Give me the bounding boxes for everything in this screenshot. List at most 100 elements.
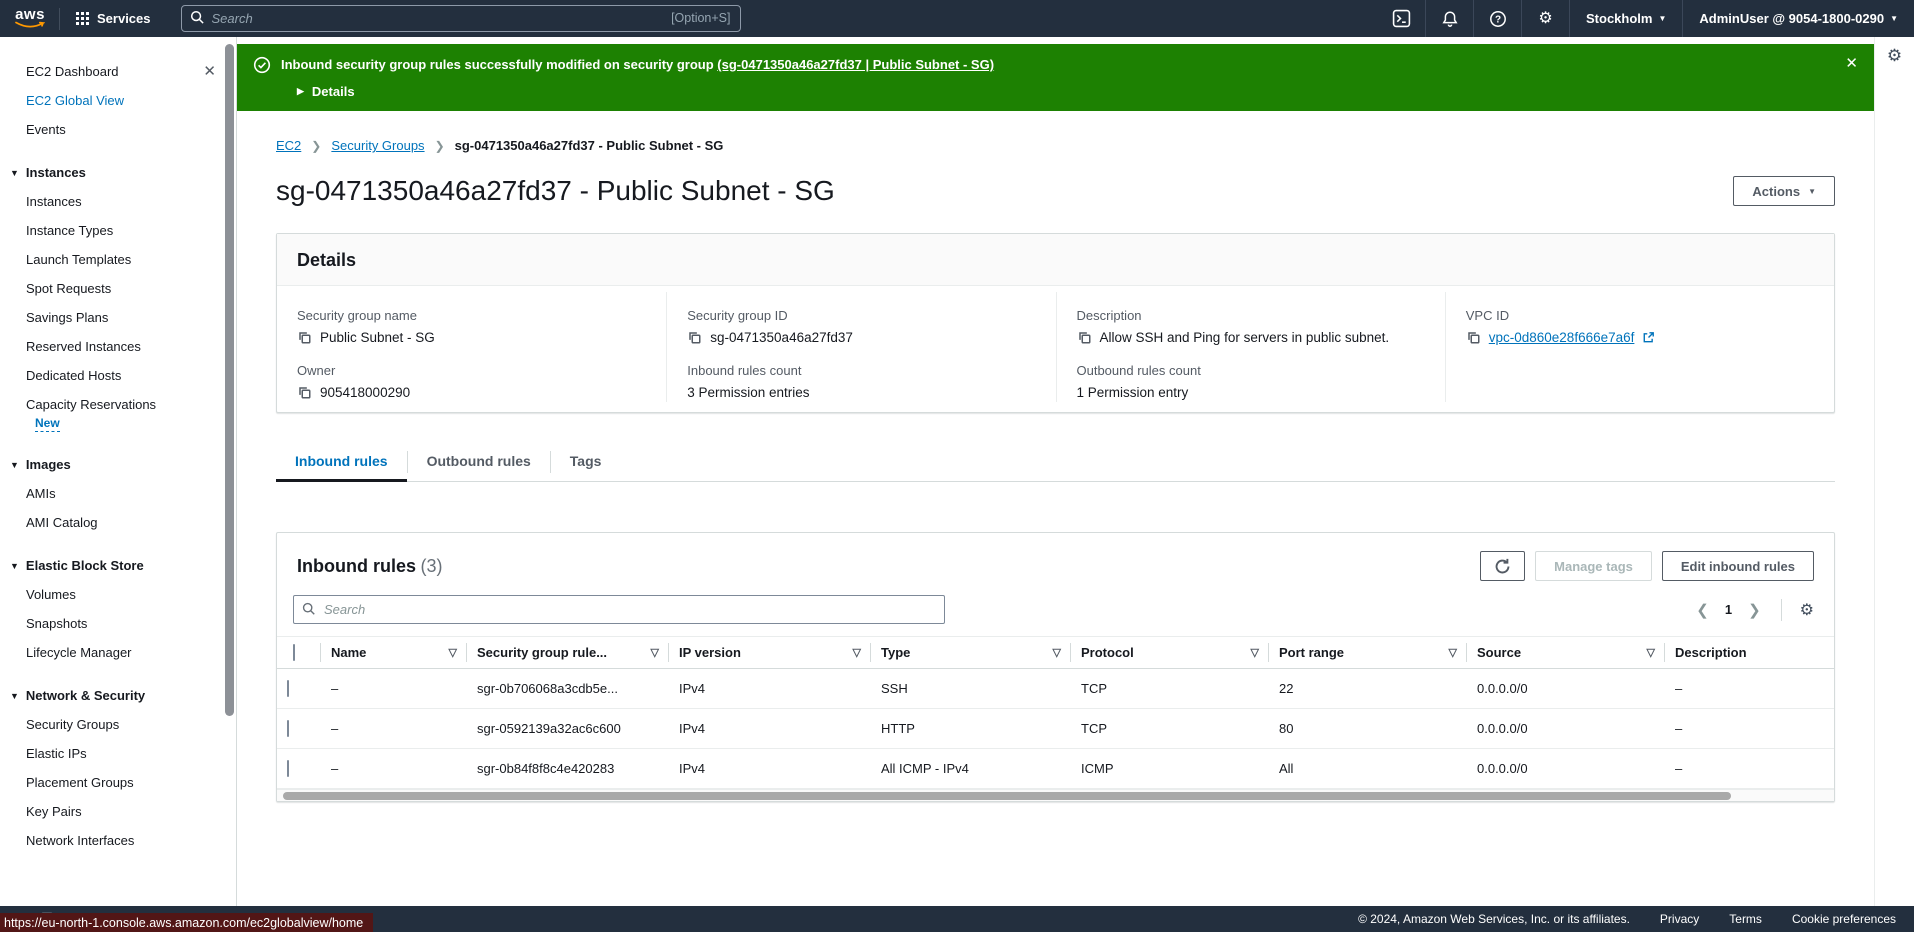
notifications-button[interactable] bbox=[1425, 0, 1473, 37]
search-icon bbox=[302, 602, 315, 615]
cloudshell-button[interactable] bbox=[1377, 0, 1425, 37]
chevron-down-icon: ▼ bbox=[1890, 14, 1898, 23]
column-header-type: Type ▽ bbox=[871, 636, 1071, 669]
sidebar-item-amis[interactable]: AMIs bbox=[0, 479, 236, 508]
sidebar-item-launch-templates[interactable]: Launch Templates bbox=[0, 245, 236, 274]
chevron-down-icon: ▼ bbox=[10, 691, 19, 701]
sidebar-item-savings-plans[interactable]: Savings Plans bbox=[0, 303, 236, 332]
filter-icon[interactable]: ▽ bbox=[1251, 646, 1259, 659]
cell-name: – bbox=[321, 668, 467, 709]
footer-privacy-link[interactable]: Privacy bbox=[1660, 912, 1699, 926]
filter-icon[interactable]: ▽ bbox=[853, 646, 861, 659]
sidebar-item-instance-types[interactable]: Instance Types bbox=[0, 216, 236, 245]
table-row[interactable]: – sgr-0592139a32ac6c600 IPv4 HTTP TCP 80… bbox=[277, 708, 1834, 749]
filter-icon[interactable]: ▽ bbox=[1449, 646, 1457, 659]
chevron-down-icon: ▼ bbox=[10, 561, 19, 571]
sidebar-item-placement-groups[interactable]: Placement Groups bbox=[0, 768, 236, 797]
sidebar-item-volumes[interactable]: Volumes bbox=[0, 580, 236, 609]
tab-tags[interactable]: Tags bbox=[551, 443, 621, 481]
sidebar-item-reserved-instances[interactable]: Reserved Instances bbox=[0, 332, 236, 361]
row-checkbox[interactable] bbox=[287, 680, 289, 697]
search-icon bbox=[190, 10, 204, 24]
sidebar-section-elastic-block-store[interactable]: ▼ Elastic Block Store bbox=[0, 551, 236, 580]
sidebar-item-capacity-reservations[interactable]: Capacity Reservations bbox=[0, 390, 236, 414]
sidebar-item-network-interfaces[interactable]: Network Interfaces bbox=[0, 826, 236, 855]
copy-icon[interactable] bbox=[297, 330, 312, 345]
sidebar-item-elastic-ips[interactable]: Elastic IPs bbox=[0, 739, 236, 768]
sidebar-item-lifecycle-manager[interactable]: Lifecycle Manager bbox=[0, 638, 236, 667]
cloudshell-terminal-icon bbox=[1392, 9, 1410, 28]
sidebar-section-instances[interactable]: ▼ Instances bbox=[0, 158, 236, 187]
horizontal-scrollbar-thumb[interactable] bbox=[283, 792, 1731, 800]
inbound-rules-table: Name ▽ Security group rule... ▽ IP version… bbox=[277, 636, 1834, 789]
row-checkbox[interactable] bbox=[287, 760, 289, 777]
filter-icon[interactable]: ▽ bbox=[1647, 646, 1655, 659]
sidebar-section-images[interactable]: ▼ Images bbox=[0, 450, 236, 479]
region-selector[interactable]: Stockholm ▼ bbox=[1569, 0, 1682, 37]
inbound-count-value: 3 Permission entries bbox=[687, 385, 810, 400]
copy-icon[interactable] bbox=[1466, 330, 1481, 345]
rules-search-input[interactable] bbox=[293, 595, 945, 624]
gear-icon: ⚙ bbox=[1538, 9, 1553, 27]
row-checkbox[interactable] bbox=[287, 720, 289, 737]
previous-page-button[interactable]: ❮ bbox=[1694, 601, 1711, 619]
sidebar-item-events[interactable]: Events bbox=[0, 115, 236, 144]
table-preferences-gear-icon[interactable]: ⚙ bbox=[1800, 600, 1814, 620]
sidebar-item-ec2-global-view[interactable]: EC2 Global View bbox=[0, 86, 236, 115]
account-menu[interactable]: AdminUser @ 9054-1800-0290 ▼ bbox=[1682, 0, 1914, 37]
copy-icon[interactable] bbox=[297, 385, 312, 400]
close-icon[interactable]: ✕ bbox=[1845, 54, 1858, 72]
next-page-button[interactable]: ❯ bbox=[1746, 601, 1763, 619]
aws-logo[interactable]: aws bbox=[15, 7, 45, 29]
settings-button[interactable]: ⚙ bbox=[1521, 0, 1569, 37]
footer-copyright: © 2024, Amazon Web Services, Inc. or its… bbox=[1358, 912, 1630, 926]
horizontal-scrollbar[interactable] bbox=[277, 789, 1834, 801]
breadcrumb-ec2[interactable]: EC2 bbox=[276, 138, 301, 153]
copy-icon[interactable] bbox=[687, 330, 702, 345]
footer-terms-link[interactable]: Terms bbox=[1729, 912, 1762, 926]
sidebar-scrollbar[interactable] bbox=[225, 41, 234, 897]
tab-outbound-rules[interactable]: Outbound rules bbox=[408, 443, 550, 481]
refresh-button[interactable] bbox=[1480, 551, 1526, 581]
breadcrumb: EC2 ❯ Security Groups ❯ sg-0471350a46a27… bbox=[276, 138, 1835, 153]
footer-cookie-preferences-link[interactable]: Cookie preferences bbox=[1792, 912, 1896, 926]
filter-icon[interactable]: ▽ bbox=[1053, 646, 1061, 659]
sidebar-scrollbar-thumb[interactable] bbox=[225, 44, 234, 716]
tab-inbound-rules[interactable]: Inbound rules bbox=[276, 443, 407, 482]
sidebar-item-dedicated-hosts[interactable]: Dedicated Hosts bbox=[0, 361, 236, 390]
panel-settings-gear-icon[interactable]: ⚙ bbox=[1887, 46, 1902, 906]
success-flashbar: Inbound security group rules successfull… bbox=[237, 44, 1874, 111]
table-row[interactable]: – sgr-0b706068a3cdb5e... IPv4 SSH TCP 22… bbox=[277, 668, 1834, 709]
copy-icon[interactable] bbox=[1077, 330, 1092, 345]
manage-tags-button[interactable]: Manage tags bbox=[1535, 551, 1652, 581]
sidebar-item-instances[interactable]: Instances bbox=[0, 187, 236, 216]
description-value: Allow SSH and Ping for servers in public… bbox=[1099, 330, 1390, 345]
sidebar-item-security-groups[interactable]: Security Groups bbox=[0, 710, 236, 739]
new-badge[interactable]: New bbox=[35, 416, 60, 432]
services-menu-button[interactable]: Services bbox=[60, 0, 167, 37]
help-button[interactable]: ? bbox=[1473, 0, 1521, 37]
table-row[interactable]: – sgr-0b84f8f8c4e420283 IPv4 All ICMP - … bbox=[277, 748, 1834, 789]
edit-inbound-rules-button[interactable]: Edit inbound rules bbox=[1661, 551, 1814, 581]
flashbar-sg-link[interactable]: (sg-0471350a46a27fd37 | Public Subnet - … bbox=[717, 57, 994, 72]
sidebar-item-spot-requests[interactable]: Spot Requests bbox=[0, 274, 236, 303]
select-all-checkbox[interactable] bbox=[293, 644, 295, 661]
sidebar-item-ami-catalog[interactable]: AMI Catalog bbox=[0, 508, 236, 537]
breadcrumb-security-groups[interactable]: Security Groups bbox=[331, 138, 424, 153]
sidebar-item-ec2-dashboard[interactable]: EC2 Dashboard bbox=[0, 57, 135, 86]
flashbar-details-toggle[interactable]: ▶ Details bbox=[297, 84, 1856, 99]
actions-button[interactable]: Actions ▼ bbox=[1733, 176, 1835, 206]
global-search-input[interactable] bbox=[180, 5, 741, 32]
vpc-id-link[interactable]: vpc-0d860e28f666e7a6f bbox=[1489, 330, 1635, 345]
cell-rule-id: sgr-0592139a32ac6c600 bbox=[467, 708, 669, 749]
sidebar-item-snapshots[interactable]: Snapshots bbox=[0, 609, 236, 638]
current-page[interactable]: 1 bbox=[1725, 602, 1732, 617]
cell-protocol: TCP bbox=[1071, 668, 1269, 709]
sidebar-item-key-pairs[interactable]: Key Pairs bbox=[0, 797, 236, 826]
cell-source: 0.0.0.0/0 bbox=[1467, 708, 1665, 749]
column-header-protocol: Protocol ▽ bbox=[1071, 636, 1269, 669]
sidebar-section-network-security[interactable]: ▼ Network & Security bbox=[0, 681, 236, 710]
chevron-right-icon: ❯ bbox=[311, 138, 322, 153]
filter-icon[interactable]: ▽ bbox=[449, 646, 457, 659]
filter-icon[interactable]: ▽ bbox=[651, 646, 659, 659]
